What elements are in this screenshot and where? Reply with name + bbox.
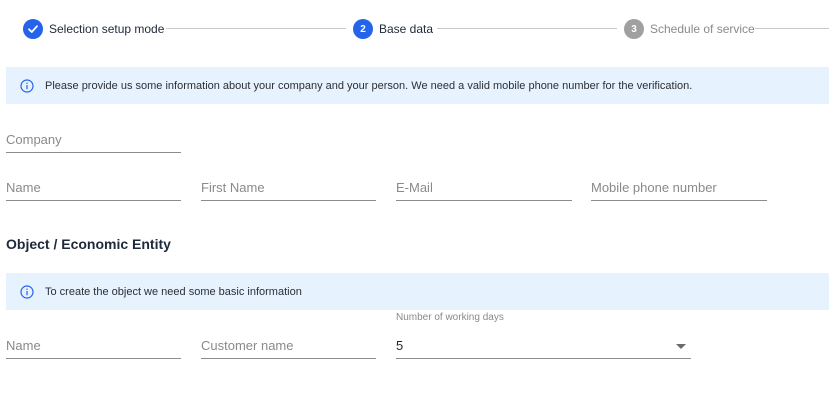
customer-name-field[interactable]: Customer name [201,332,376,359]
customer-name-placeholder: Customer name [201,338,294,353]
info-text: Please provide us some information about… [45,79,693,92]
info-banner-object: To create the object we need some basic … [6,273,829,310]
name-field[interactable]: Name [6,174,181,201]
step-label: Selection setup mode [49,22,165,36]
info-text: To create the object we need some basic … [45,285,302,298]
object-name-field[interactable]: Name [6,332,181,359]
step-number: 3 [624,19,644,39]
chevron-down-icon [676,344,686,349]
info-icon [20,284,34,299]
step-label: Schedule of service [650,22,755,36]
working-days-value: 5 [396,338,404,353]
step-selection-setup-mode[interactable]: Selection setup mode [23,19,164,39]
step-connector [755,28,829,29]
step-label: Base data [379,22,434,36]
first-name-field[interactable]: First Name [201,174,376,201]
email-field[interactable]: E-Mail [396,174,572,201]
step-number: 2 [353,19,373,39]
email-placeholder: E-Mail [396,180,433,195]
working-days-label: Number of working days [396,312,504,323]
step-connector [166,28,346,29]
name-placeholder: Name [6,180,41,195]
step-base-data[interactable]: 2 Base data [353,19,433,39]
step-connector [437,28,617,29]
info-icon [20,78,34,93]
company-field[interactable]: Company [6,126,181,153]
stepper: Selection setup mode 2 Base data 3 Sched… [0,0,829,58]
check-icon [23,19,43,39]
first-name-placeholder: First Name [201,180,265,195]
section-title-object: Object / Economic Entity [6,236,171,252]
working-days-select[interactable]: Number of working days 5 [396,312,691,359]
object-name-placeholder: Name [6,338,41,353]
step-schedule-of-service[interactable]: 3 Schedule of service [624,19,755,39]
mobile-phone-placeholder: Mobile phone number [591,180,717,195]
mobile-phone-field[interactable]: Mobile phone number [591,174,767,201]
info-banner-company: Please provide us some information about… [6,67,829,104]
company-placeholder: Company [6,132,62,147]
